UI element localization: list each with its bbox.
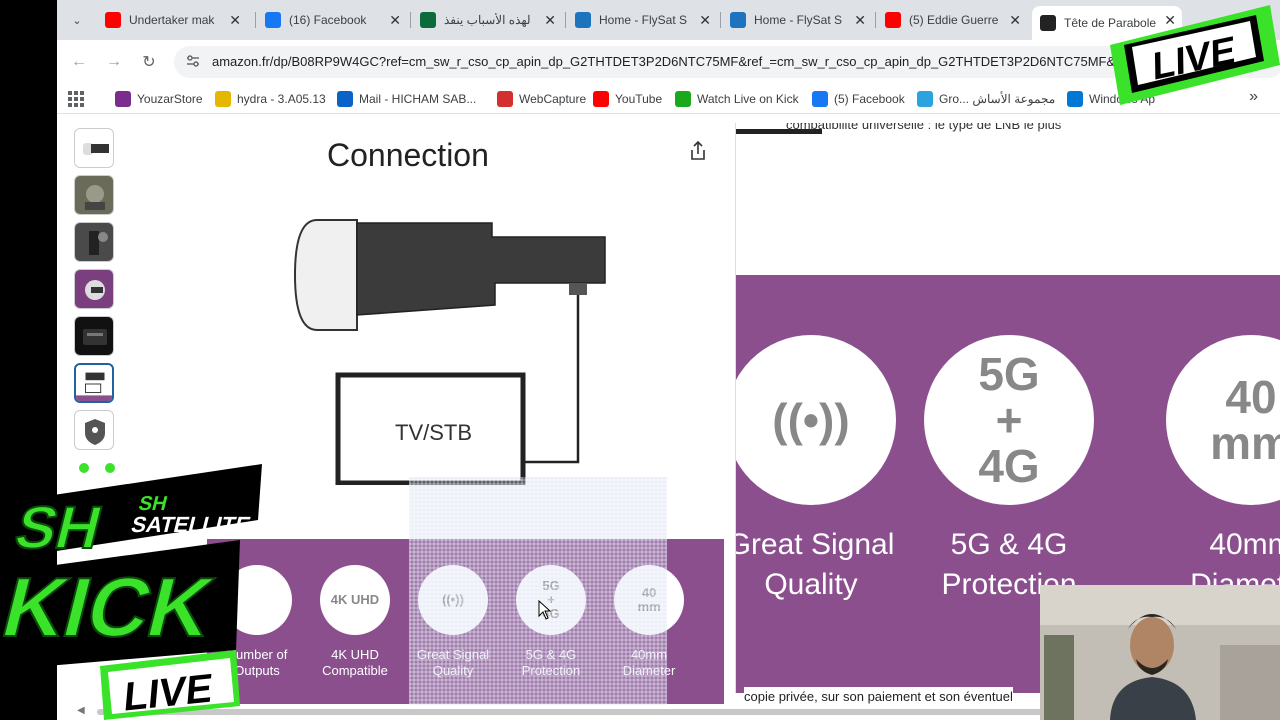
tab-separator xyxy=(720,12,721,28)
tab-separator xyxy=(565,12,566,28)
tab-title: Home - FlySat S xyxy=(599,13,688,27)
toolbar: ← → ↻ amazon.fr/dp/B08RP9W4GC?ref=cm_sw_… xyxy=(57,40,1280,84)
zoom-lens xyxy=(409,477,667,705)
browser-tab[interactable]: Undertaker mak ✕ xyxy=(97,6,247,34)
thumbnail-2[interactable] xyxy=(74,175,114,215)
kick-icon xyxy=(675,91,691,107)
screen: ⌄ Undertaker mak ✕ (16) Facebook ✕ لهذه الأس… xyxy=(0,0,1280,720)
live-badge-overlay: LIVE xyxy=(1110,5,1280,105)
youtube-icon xyxy=(105,12,121,28)
tab-separator xyxy=(410,12,411,28)
site-settings-icon[interactable] xyxy=(186,54,200,68)
tab-separator xyxy=(255,12,256,28)
reload-icon[interactable]: ↻ xyxy=(138,51,160,73)
tab-title: Home - FlySat S xyxy=(754,13,843,27)
thumbnail-3[interactable] xyxy=(74,222,114,262)
hydra-icon xyxy=(215,91,231,107)
close-tab-icon[interactable]: ✕ xyxy=(389,13,401,27)
youtube-icon xyxy=(885,12,901,28)
close-tab-icon[interactable]: ✕ xyxy=(854,13,866,27)
share-icon[interactable] xyxy=(687,140,709,162)
flysat-icon xyxy=(730,12,746,28)
zoom-feature-icon: ((•)) xyxy=(736,335,896,505)
thumbnail-6[interactable] xyxy=(74,363,114,403)
tab-separator xyxy=(875,12,876,28)
thumbnail-1[interactable] xyxy=(74,128,114,168)
site-icon xyxy=(420,12,436,28)
connection-diagram xyxy=(293,219,606,485)
youtube-icon xyxy=(593,91,609,107)
tab-strip: ⌄ Undertaker mak ✕ (16) Facebook ✕ لهذه الأس… xyxy=(57,0,1280,40)
description-text: copie privée, sur son paiement et son év… xyxy=(744,687,1013,706)
tab-title: (16) Facebook xyxy=(289,13,367,27)
zoom-feature-label: Great Signal Quality xyxy=(735,528,895,601)
close-tab-icon[interactable]: ✕ xyxy=(1009,13,1021,27)
close-tab-icon[interactable]: ✕ xyxy=(699,13,711,27)
zoom-feature-icon: 40 mm xyxy=(1166,335,1280,505)
bookmark-item[interactable]: (5) Facebook xyxy=(812,90,905,108)
flysat-icon xyxy=(575,12,591,28)
bookmark-item[interactable]: WebCapture xyxy=(497,90,586,108)
tab-title: (5) Eddie Guerre xyxy=(909,13,999,27)
amazon-icon xyxy=(1040,15,1056,31)
close-tab-icon[interactable]: ✕ xyxy=(544,13,556,27)
browser-tab[interactable]: Home - FlySat S ✕ xyxy=(722,6,872,34)
coax-cable xyxy=(525,295,580,464)
feature-label: 4K UHD Compatible xyxy=(322,647,388,678)
kick-sh-satellite-logo: SH SH SATELLITE KICK LIVE xyxy=(0,463,262,720)
tab-search-dropdown-icon[interactable]: ⌄ xyxy=(67,10,87,30)
bookmark-label: hydra - 3.A05.13 xyxy=(237,92,326,106)
bookmark-item[interactable]: YouzarStore xyxy=(115,90,203,108)
outlook-icon xyxy=(337,91,353,107)
browser-tab[interactable]: لهذه الأسباب ينفذ ✕ xyxy=(412,6,562,34)
lnb-body xyxy=(356,222,606,316)
lnb-connector xyxy=(569,283,587,295)
mouse-cursor-icon xyxy=(538,600,552,620)
tab-title: لهذه الأسباب ينفذ xyxy=(444,13,531,27)
tv-label: TV/STB xyxy=(395,420,473,445)
bookmark-item[interactable]: Watch Live on Kick xyxy=(675,90,799,108)
logo-live-text: LIVE xyxy=(121,666,215,719)
feature-icon: 4K UHD xyxy=(320,565,390,635)
logo-sh-text: SH xyxy=(9,494,109,561)
browser-tab[interactable]: (5) Eddie Guerre ✕ xyxy=(877,6,1027,34)
windows-icon xyxy=(1067,91,1083,107)
browser-tab[interactable]: (16) Facebook ✕ xyxy=(257,6,407,34)
bookmark-label: WebCapture xyxy=(519,92,587,106)
bookmark-label: Gro... مجموعة الأساش xyxy=(939,92,1056,106)
feature-item: 4K UHD 4K UHD Compatible xyxy=(306,565,404,679)
lnb-dish-feed xyxy=(293,219,358,331)
bookmark-item[interactable]: Mail - HICHAM SAB... xyxy=(337,90,476,108)
facebook-icon xyxy=(812,91,828,107)
thumbnail-4[interactable] xyxy=(74,269,114,309)
forward-arrow-icon[interactable]: → xyxy=(103,51,125,73)
bookmark-label: Mail - HICHAM SAB... xyxy=(359,92,477,106)
logo-kick-text: KICK xyxy=(0,561,222,655)
telegram-icon xyxy=(917,91,933,107)
thumbnail-5[interactable] xyxy=(74,316,114,356)
webcapture-icon xyxy=(497,91,513,107)
zoom-top-text: compatibilité universelle : le type de L… xyxy=(786,123,1062,132)
bookmark-label: (5) Facebook xyxy=(834,92,905,106)
bookmarks-bar: YouzarStore hydra - 3.A05.13 Mail - HICHAM… xyxy=(57,84,1280,114)
thumbnail-7[interactable] xyxy=(74,410,114,450)
back-arrow-icon[interactable]: ← xyxy=(68,51,90,73)
url-text[interactable]: amazon.fr/dp/B08RP9W4GC?ref=cm_sw_r_cso_… xyxy=(212,54,1115,69)
bookmark-label: YouTube xyxy=(615,92,663,106)
youzar-icon xyxy=(115,91,131,107)
bookmark-label: Watch Live on Kick xyxy=(697,92,799,106)
close-tab-icon[interactable]: ✕ xyxy=(229,13,241,27)
bookmark-item[interactable]: YouTube xyxy=(593,90,662,108)
zoom-feature-icon: 5G + 4G xyxy=(924,335,1094,505)
apps-grid-icon[interactable] xyxy=(68,91,84,107)
facebook-icon xyxy=(265,12,281,28)
tab-title: Undertaker mak xyxy=(129,13,215,27)
bookmark-label: YouzarStore xyxy=(137,92,203,106)
webcam-overlay xyxy=(1040,585,1280,720)
bookmark-item[interactable]: Gro... مجموعة الأساش xyxy=(917,90,1055,108)
bookmark-item[interactable]: hydra - 3.A05.13 xyxy=(215,90,326,108)
logo-satellite-text: SATELLITE xyxy=(129,512,253,537)
browser-tab[interactable]: Home - FlySat S ✕ xyxy=(567,6,717,34)
